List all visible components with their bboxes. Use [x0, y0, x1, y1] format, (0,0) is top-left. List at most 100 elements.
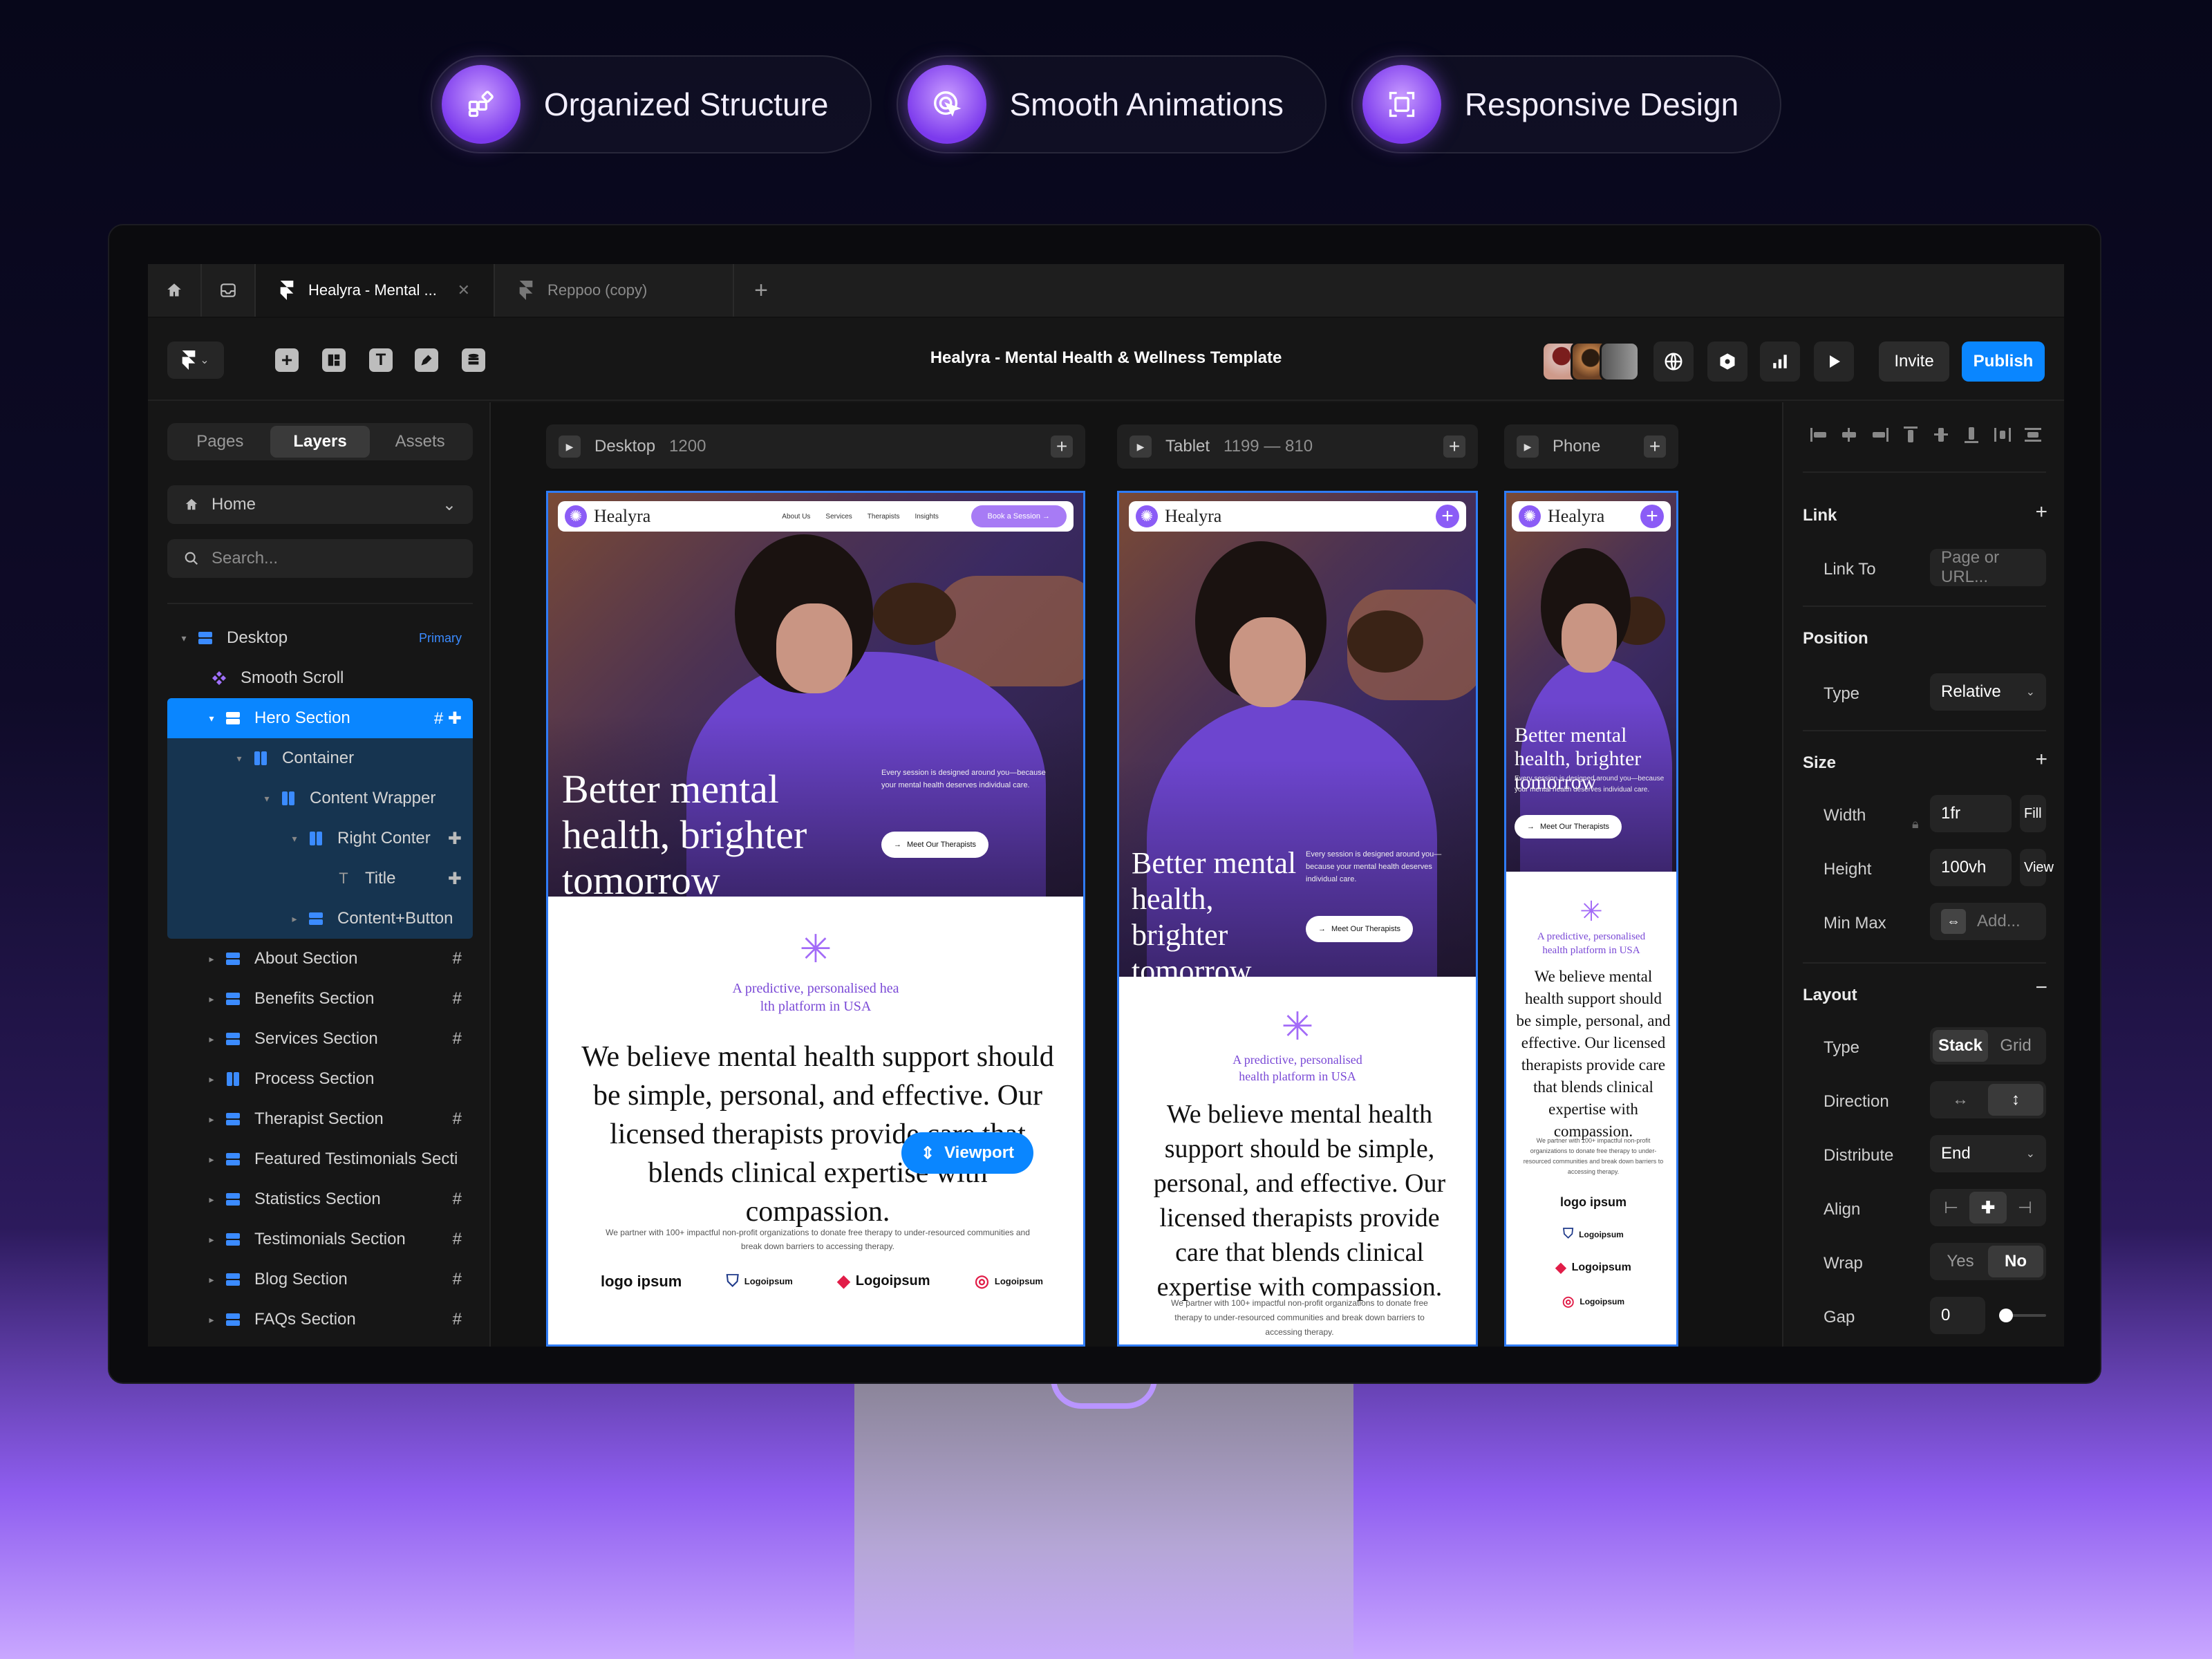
add-breakpoint-button[interactable]: + — [1051, 435, 1073, 458]
tab-pages[interactable]: Pages — [170, 426, 270, 458]
meet-therapists-button[interactable]: → Meet Our Therapists — [1306, 916, 1414, 942]
desktop-frame[interactable]: ✺ Healyra About Us Services Therapists I… — [546, 491, 1085, 1347]
nav-link[interactable]: Therapists — [868, 513, 900, 521]
add-breakpoint-button[interactable]: + — [1443, 435, 1465, 458]
layer-title[interactable]: T Title ✚ — [167, 859, 473, 899]
plugins-button[interactable] — [1707, 341, 1747, 382]
play-icon[interactable]: ▶ — [1130, 435, 1152, 458]
align-center-h-icon[interactable] — [1839, 424, 1859, 445]
breakpoint-desktop-header[interactable]: ▶ Desktop 1200 + — [546, 424, 1085, 469]
position-type-select[interactable]: Relative ⌄ — [1930, 673, 2046, 711]
layer-about-section[interactable]: ▸ About Section # — [167, 939, 473, 979]
nav-link[interactable]: Services — [825, 513, 852, 521]
add-size-icon[interactable]: + — [2035, 748, 2047, 771]
align-top-icon[interactable] — [1900, 424, 1921, 445]
nav-link[interactable]: About Us — [782, 513, 810, 521]
layer-hero-section[interactable]: ▾ Hero Section # ✚ — [167, 698, 473, 738]
hero-section[interactable]: ✺ Healyra + Better mental health, bright… — [1506, 493, 1676, 872]
align-center-v-icon[interactable] — [1931, 424, 1951, 445]
page-select[interactable]: Home ⌄ — [167, 485, 473, 524]
collaborator-avatars[interactable] — [1541, 341, 1640, 382]
add-breakpoint-button[interactable]: + — [1644, 435, 1666, 458]
height-input[interactable]: 100vh — [1930, 849, 2012, 886]
invite-button[interactable]: Invite — [1879, 341, 1949, 382]
distribute-h-icon[interactable] — [1992, 424, 2013, 445]
home-button[interactable] — [148, 264, 202, 317]
distribute-select[interactable]: End ⌄ — [1930, 1135, 2046, 1172]
layer-process-section[interactable]: ▸ Process Section — [167, 1059, 473, 1099]
tab-healyra[interactable]: Healyra - Mental ... ✕ — [256, 264, 495, 317]
site-settings-button[interactable] — [1653, 341, 1694, 382]
wrap-no-option[interactable]: No — [1988, 1246, 2043, 1277]
add-link-icon[interactable]: + — [2035, 500, 2047, 524]
align-end-icon[interactable]: ⊣ — [2007, 1192, 2043, 1224]
layer-testimonials-section[interactable]: ▸ Testimonials Section # — [167, 1219, 473, 1259]
layer-container[interactable]: ▾ Container — [167, 738, 473, 778]
gap-slider-thumb[interactable] — [1999, 1309, 2013, 1322]
layer-smooth-scroll[interactable]: Smooth Scroll — [167, 658, 473, 698]
width-mode-select[interactable]: Fill — [2020, 795, 2046, 832]
preview-button[interactable] — [1814, 341, 1854, 382]
viewport-handle[interactable]: ⇕ Viewport — [901, 1132, 1034, 1174]
align-left-icon[interactable] — [1808, 424, 1829, 445]
chevron-down-icon: ⌄ — [442, 495, 456, 514]
tab-layers[interactable]: Layers — [270, 426, 371, 458]
collapse-icon[interactable]: − — [2035, 976, 2047, 1000]
nav-link[interactable]: Insights — [915, 513, 938, 521]
layer-benefits-section[interactable]: ▸ Benefits Section # — [167, 979, 473, 1019]
menu-plus-button[interactable]: + — [1640, 505, 1664, 528]
add-icon[interactable]: ✚ — [448, 869, 462, 889]
new-tab-button[interactable]: + — [734, 264, 788, 317]
meet-therapists-button[interactable]: → Meet Our Therapists — [881, 832, 989, 858]
layer-desktop[interactable]: ▾ Desktop Primary — [167, 618, 473, 658]
align-right-icon[interactable] — [1870, 424, 1891, 445]
breakpoint-phone-header[interactable]: ▶ Phone + — [1504, 424, 1678, 469]
width-input[interactable]: 1fr — [1930, 795, 2012, 832]
publish-button[interactable]: Publish — [1962, 341, 2045, 382]
inbox-button[interactable] — [202, 264, 256, 317]
play-icon[interactable]: ▶ — [559, 435, 581, 458]
analytics-button[interactable] — [1760, 341, 1800, 382]
hero-section[interactable]: ✺ Healyra + Better mental health, bright… — [1119, 493, 1476, 977]
link-to-input[interactable]: Page or URL... — [1930, 548, 2046, 586]
breakpoint-tablet-header[interactable]: ▶ Tablet 1199 — 810 + — [1117, 424, 1478, 469]
close-icon[interactable]: ✕ — [458, 281, 470, 299]
layer-faqs-section[interactable]: ▸ FAQs Section # — [167, 1300, 473, 1340]
align-center-icon[interactable]: ✚ — [1969, 1192, 2007, 1224]
layer-search[interactable]: Search... — [167, 539, 473, 578]
menu-plus-button[interactable]: + — [1436, 505, 1459, 528]
lock-icon[interactable]: 🔒︎ — [1912, 817, 1919, 832]
layer-blog-section[interactable]: ▸ Blog Section # — [167, 1259, 473, 1300]
canvas[interactable]: ▶ Desktop 1200 + ▶ Tablet 1199 — 810 + ▶… — [491, 402, 1782, 1347]
arrow-horizontal-icon[interactable]: ↔ — [1933, 1084, 1988, 1116]
height-mode-select[interactable]: View — [2020, 849, 2054, 886]
layer-right-conter[interactable]: ▾ Right Conter ✚ — [167, 818, 473, 859]
phone-frame[interactable]: ✺ Healyra + Better mental health, bright… — [1504, 491, 1678, 1347]
align-bottom-icon[interactable] — [1961, 424, 1982, 445]
tab-reppoo[interactable]: Reppoo (copy) — [495, 264, 734, 317]
layer-therapist-section[interactable]: ▸ Therapist Section # — [167, 1099, 473, 1139]
wrap-yes-option[interactable]: Yes — [1933, 1246, 1988, 1277]
layer-featured-testimonials[interactable]: ▸ Featured Testimonials Secti — [167, 1139, 473, 1179]
play-icon[interactable]: ▶ — [1517, 435, 1539, 458]
gap-input[interactable]: 0 — [1930, 1297, 1985, 1334]
layer-services-section[interactable]: ▸ Services Section # — [167, 1019, 473, 1059]
layer-label: Featured Testimonials Secti — [254, 1150, 458, 1168]
book-session-button[interactable]: Book a Session → — [971, 505, 1067, 527]
hero-section[interactable]: ✺ Healyra About Us Services Therapists I… — [548, 493, 1083, 897]
grid-option[interactable]: Grid — [1988, 1030, 2043, 1062]
add-icon[interactable]: ✚ — [448, 829, 462, 849]
tablet-frame[interactable]: ✺ Healyra + Better mental health, bright… — [1117, 491, 1478, 1347]
layer-content-wrapper[interactable]: ▾ Content Wrapper — [167, 778, 473, 818]
layer-statistics-section[interactable]: ▸ Statistics Section # — [167, 1179, 473, 1219]
minmax-input[interactable]: ⇔ Add... — [1930, 903, 2046, 940]
avatar[interactable] — [1600, 341, 1640, 382]
layer-content-button[interactable]: ▸ Content+Button — [167, 899, 473, 939]
align-start-icon[interactable]: ⊢ — [1933, 1192, 1969, 1224]
meet-therapists-button[interactable]: → Meet Our Therapists — [1515, 815, 1622, 838]
arrow-vertical-icon[interactable]: ↕ — [1988, 1084, 2043, 1116]
hash-plus-icon[interactable]: # ✚ — [434, 709, 462, 729]
stack-option[interactable]: Stack — [1933, 1030, 1988, 1062]
distribute-v-icon[interactable] — [2023, 424, 2043, 445]
tab-assets[interactable]: Assets — [370, 426, 470, 458]
